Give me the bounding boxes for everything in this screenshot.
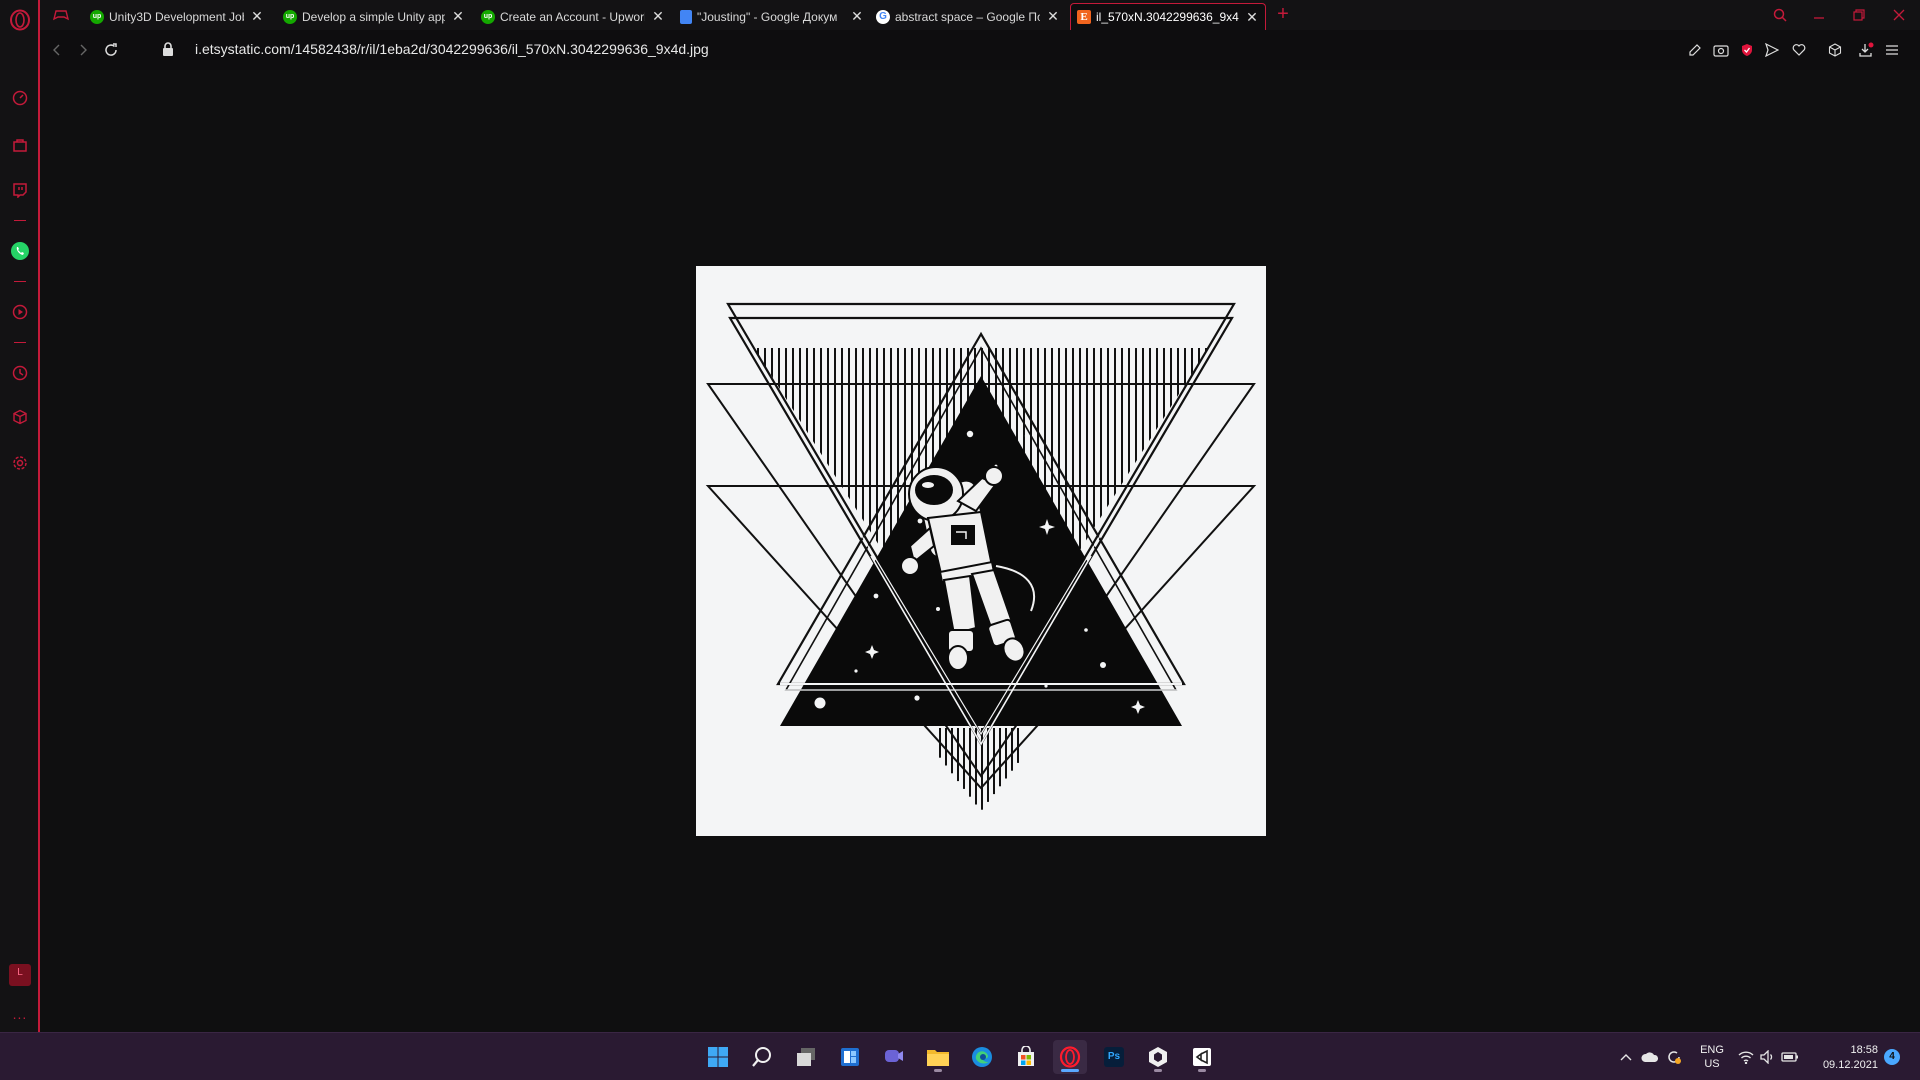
- visual-studio-icon[interactable]: [1185, 1040, 1219, 1074]
- tab-title: abstract space – Google По: [895, 9, 1040, 24]
- upwork-icon: up: [90, 9, 104, 24]
- chat-icon[interactable]: [877, 1040, 911, 1074]
- close-icon[interactable]: ✕: [850, 8, 864, 24]
- close-icon[interactable]: ✕: [1046, 8, 1060, 24]
- google-docs-icon: [680, 9, 692, 24]
- close-icon[interactable]: ✕: [250, 8, 264, 24]
- url-field[interactable]: i.etsystatic.com/14582438/r/il/1eba2d/30…: [195, 41, 709, 57]
- restore-icon[interactable]: [1848, 4, 1870, 26]
- speed-dial-icon[interactable]: [8, 86, 32, 110]
- tab-etsy-image[interactable]: E il_570xN.3042299636_9x4d ✕: [1070, 3, 1266, 30]
- store-icon[interactable]: [1009, 1040, 1043, 1074]
- windows-taskbar: Ps ENG US 18:58 09.12.2021 4: [0, 1032, 1920, 1080]
- gaming-icon[interactable]: [49, 3, 73, 27]
- tab-title: Develop a simple Unity app: [302, 9, 445, 24]
- astronaut-triangle-artwork[interactable]: [696, 266, 1266, 836]
- tab-unity-app[interactable]: up Develop a simple Unity app ✕: [277, 3, 471, 30]
- close-icon[interactable]: ✕: [451, 8, 465, 24]
- download-icon[interactable]: [1855, 39, 1877, 61]
- edge-icon[interactable]: [965, 1040, 999, 1074]
- lock-icon[interactable]: [161, 41, 175, 57]
- upwork-icon: up: [481, 9, 495, 24]
- opera-icon[interactable]: [1053, 1040, 1087, 1074]
- photoshop-icon[interactable]: Ps: [1097, 1040, 1131, 1074]
- close-icon[interactable]: ✕: [651, 8, 665, 24]
- volume-icon[interactable]: [1759, 1048, 1777, 1066]
- close-window-icon[interactable]: [1888, 4, 1910, 26]
- etsy-icon: E: [1077, 10, 1091, 24]
- notification-badge[interactable]: 4: [1884, 1049, 1900, 1065]
- forward-icon[interactable]: [72, 39, 94, 61]
- tab-unity-jobs[interactable]: up Unity3D Development Jobs ✕: [84, 3, 270, 30]
- heart-icon[interactable]: [1788, 39, 1810, 61]
- language-indicator[interactable]: ENG US: [1696, 1043, 1728, 1071]
- twitch-icon[interactable]: [8, 178, 32, 202]
- reload-icon[interactable]: [100, 39, 122, 61]
- wifi-icon[interactable]: [1737, 1048, 1755, 1066]
- extensions-icon[interactable]: [8, 405, 32, 429]
- onedrive-icon[interactable]: [1641, 1048, 1659, 1066]
- clock[interactable]: 18:58 09.12.2021: [1808, 1043, 1878, 1073]
- tab-google-search[interactable]: G abstract space – Google По ✕: [870, 3, 1066, 30]
- snapshot-icon[interactable]: [1710, 39, 1732, 61]
- google-icon: G: [876, 9, 890, 24]
- back-icon[interactable]: [46, 39, 68, 61]
- settings-icon[interactable]: [8, 451, 32, 475]
- unity-icon[interactable]: [1141, 1040, 1175, 1074]
- history-icon[interactable]: [8, 361, 32, 385]
- tab-title: Unity3D Development Jobs: [109, 9, 244, 24]
- sidebar-profile-icon[interactable]: L: [9, 964, 31, 986]
- file-explorer-icon[interactable]: [921, 1040, 955, 1074]
- tab-title: "Jousting" - Google Докум: [697, 9, 838, 24]
- edit-icon[interactable]: [1684, 39, 1706, 61]
- sync-icon[interactable]: [1665, 1048, 1683, 1066]
- widgets-icon[interactable]: [833, 1040, 867, 1074]
- sidebar-more-button[interactable]: ...: [9, 1006, 31, 1022]
- player-icon[interactable]: [8, 300, 32, 324]
- start-icon[interactable]: [701, 1040, 735, 1074]
- shopping-icon[interactable]: [8, 133, 32, 157]
- minimize-icon[interactable]: [1808, 4, 1830, 26]
- image-viewer: [40, 70, 1920, 1032]
- tab-bar: up Unity3D Development Jobs ✕ up Develop…: [40, 0, 1920, 30]
- upwork-icon: up: [283, 9, 297, 24]
- tab-search-icon[interactable]: [1769, 4, 1791, 26]
- tab-google-docs[interactable]: "Jousting" - Google Докум ✕: [674, 3, 870, 30]
- opera-sidebar: L ...: [0, 0, 40, 1032]
- easy-setup-menu-icon[interactable]: [1881, 39, 1903, 61]
- close-icon[interactable]: ✕: [1245, 9, 1259, 25]
- battery-icon[interactable]: [1781, 1048, 1799, 1066]
- send-icon[interactable]: [1761, 39, 1783, 61]
- task-view-icon[interactable]: [789, 1040, 823, 1074]
- adblock-shield-icon[interactable]: [1736, 39, 1758, 61]
- chevron-up-icon[interactable]: [1617, 1048, 1635, 1066]
- address-bar: i.etsystatic.com/14582438/r/il/1eba2d/30…: [40, 30, 1920, 70]
- tab-create-account[interactable]: up Create an Account - Upwork ✕: [475, 3, 671, 30]
- whatsapp-icon[interactable]: [8, 239, 32, 263]
- search-icon[interactable]: [745, 1040, 779, 1074]
- new-tab-button[interactable]: +: [1273, 4, 1293, 26]
- tab-title: Create an Account - Upwork: [500, 9, 645, 24]
- opera-logo-icon[interactable]: [8, 9, 32, 31]
- tab-title: il_570xN.3042299636_9x4d: [1096, 10, 1239, 24]
- extension-cube-icon[interactable]: [1824, 39, 1846, 61]
